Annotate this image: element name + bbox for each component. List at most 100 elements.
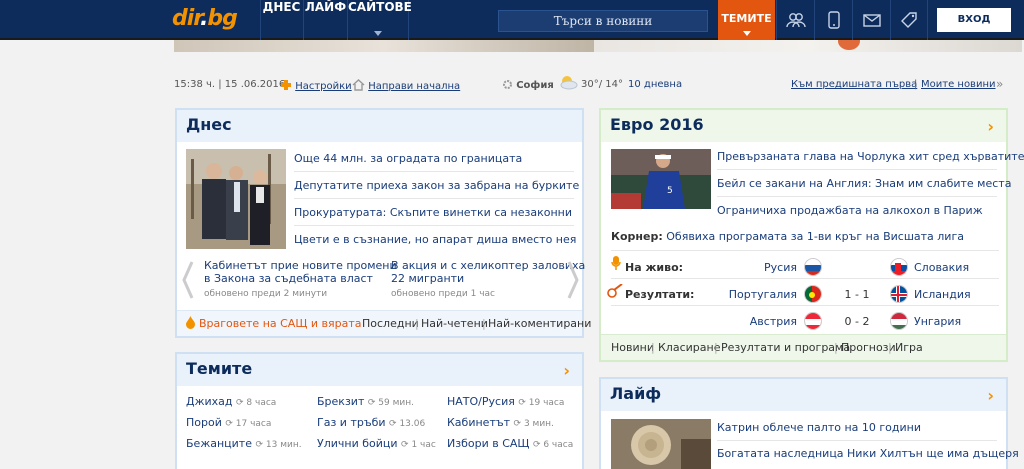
iceland-flag-icon bbox=[890, 285, 908, 303]
chevron-down-icon bbox=[742, 31, 751, 36]
euro-title[interactable]: Евро 2016 bbox=[601, 110, 1006, 142]
nav-item-saitove[interactable]: САЙТОВЕ bbox=[347, 0, 412, 40]
laif-title[interactable]: Лайф bbox=[601, 379, 1006, 411]
match-home-team[interactable]: Австрия bbox=[741, 315, 797, 328]
dnes-headline[interactable]: Прокуратурата: Скъпите винетки са незако… bbox=[294, 206, 572, 219]
tab-news[interactable]: Новини bbox=[611, 341, 654, 354]
laif-box: Лайф › Катрин облече палто на 10 години … bbox=[599, 377, 1019, 469]
tag-icon bbox=[901, 12, 917, 28]
carousel-item-title[interactable]: Кабинетът прие новите промени bbox=[204, 259, 397, 272]
topic-item[interactable]: Порой ⟳ 17 часа bbox=[186, 416, 271, 429]
hot-topic-link[interactable]: Враговете на САЩ и вярата bbox=[199, 317, 361, 330]
users-icon bbox=[785, 13, 806, 28]
carousel-prev-button[interactable] bbox=[182, 260, 194, 300]
euro-2016-box: Евро 2016 › 5 Превързаната глава на Чорл… bbox=[599, 108, 1024, 362]
match-away-team[interactable]: Словакия bbox=[914, 261, 969, 274]
topic-item[interactable]: Кабинетът ⟳ 3 мин. bbox=[447, 416, 554, 429]
tab-latest[interactable]: Последни bbox=[362, 317, 419, 330]
dnes-footer: Враговете на САЩ и вярата Последни | Най… bbox=[177, 310, 591, 336]
dnes-headline[interactable]: Още 44 млн. за оградата по границата bbox=[294, 152, 522, 165]
settings-link[interactable]: Настройки bbox=[280, 79, 352, 92]
dnes-headline[interactable]: Депутатите приеха закон за забрана на бу… bbox=[294, 179, 579, 192]
sun-cloud-icon bbox=[558, 74, 578, 93]
euro-headline[interactable]: Ограничиха продажбата на алкохол в Париж bbox=[717, 204, 983, 217]
prev-front-link[interactable]: Към предишната първа bbox=[791, 79, 917, 90]
tab-game[interactable]: Игра bbox=[895, 341, 923, 354]
tag-button[interactable] bbox=[890, 0, 928, 40]
forecast-link[interactable]: 10 дневна bbox=[628, 79, 682, 90]
laif-photo[interactable] bbox=[611, 419, 711, 469]
match-home-team[interactable]: Русия bbox=[741, 261, 797, 274]
dnes-headline[interactable]: Цвети е в съзнание, но апарат диша вмест… bbox=[294, 233, 576, 246]
dir-bg-logo[interactable]: dir.bg bbox=[172, 6, 252, 34]
match-home-team[interactable]: Португалия bbox=[727, 288, 797, 301]
results-icon bbox=[607, 283, 623, 301]
tab-most-commented[interactable]: Най-коментирани bbox=[488, 317, 591, 330]
users-button[interactable] bbox=[776, 0, 814, 40]
topic-item[interactable]: Избори в САЩ ⟳ 6 часа bbox=[447, 437, 573, 450]
nav-item-dnes[interactable]: ДНЕС bbox=[260, 0, 302, 40]
chevron-right-icon[interactable]: › bbox=[563, 361, 570, 380]
topic-item[interactable]: Улични бойци ⟳ 1 час bbox=[317, 437, 436, 450]
datetime: 15:38 ч. | 15 .06.2016 bbox=[174, 79, 286, 90]
info-bar: 15:38 ч. | 15 .06.2016 Настройки Направи… bbox=[174, 74, 1010, 93]
my-news-link[interactable]: Моите новини bbox=[921, 79, 996, 90]
topic-item[interactable]: Джихад ⟳ 8 часа bbox=[186, 395, 276, 408]
euro-headline[interactable]: Превързаната глава на Чорлука хит сред х… bbox=[717, 150, 1024, 163]
carousel-item-title[interactable]: В акция и с хеликоптер заловиха bbox=[391, 259, 585, 272]
mail-button[interactable] bbox=[852, 0, 890, 40]
home-icon bbox=[352, 79, 365, 91]
chevron-right-icon[interactable]: › bbox=[987, 117, 994, 136]
microphone-icon bbox=[611, 256, 621, 273]
topic-item[interactable]: Газ и тръби ⟳ 13.06 bbox=[317, 416, 425, 429]
carousel-item-title[interactable]: 22 мигранти bbox=[391, 272, 464, 285]
mobile-button[interactable] bbox=[814, 0, 852, 40]
topic-item[interactable]: Брекзит ⟳ 59 мин. bbox=[317, 395, 414, 408]
updated-time: обновено преди 1 час bbox=[391, 289, 495, 299]
topic-item[interactable]: НАТО/Русия ⟳ 19 часа bbox=[447, 395, 564, 408]
euro-headline[interactable]: Бейл се закани на Англия: Знам им слабит… bbox=[717, 177, 1011, 190]
tab-standings[interactable]: Класиране bbox=[658, 341, 720, 354]
laif-headline[interactable]: Катрин облече палто на 10 години bbox=[717, 421, 921, 434]
tab-separator: | bbox=[888, 341, 892, 354]
laif-headline[interactable]: Богатата наследница Ники Хилтън ще има д… bbox=[717, 447, 1019, 460]
ad-banner[interactable] bbox=[174, 40, 1022, 52]
results-label: Резултати: bbox=[625, 288, 695, 301]
homepage-link[interactable]: Направи начална bbox=[352, 79, 460, 92]
hungary-flag-icon bbox=[890, 312, 908, 330]
chevron-left-icon bbox=[182, 261, 194, 299]
search-input[interactable]: Търси в новини bbox=[498, 10, 708, 32]
tab-separator: | bbox=[714, 341, 718, 354]
dnes-title[interactable]: Днес bbox=[177, 110, 582, 142]
chevron-right-icon[interactable]: › bbox=[987, 386, 994, 405]
login-button[interactable]: ВХОД bbox=[937, 8, 1011, 32]
euro-footer-tabs: Новини | Класиране | Резултати и програм… bbox=[601, 334, 1006, 360]
carousel-next-button[interactable] bbox=[567, 260, 579, 300]
puzzle-icon bbox=[281, 80, 291, 90]
gear-icon bbox=[503, 80, 512, 89]
mail-icon bbox=[862, 13, 881, 27]
match-away-team[interactable]: Унгария bbox=[914, 315, 961, 328]
temite-menu-button[interactable]: ТЕМИТЕ bbox=[718, 0, 775, 40]
temite-title[interactable]: Темите bbox=[177, 354, 582, 386]
korner-row[interactable]: Корнер: Обявиха програмата за 1-ви кръг … bbox=[611, 230, 964, 243]
weather-city[interactable]: София bbox=[502, 79, 554, 91]
separator: | bbox=[914, 79, 918, 90]
nav-item-laif[interactable]: ЛАЙФ bbox=[303, 0, 347, 40]
topic-item[interactable]: Бежанците ⟳ 13 мин. bbox=[186, 437, 302, 450]
slovakia-flag-icon bbox=[890, 258, 908, 276]
temite-box: Темите › Джихад ⟳ 8 часа Брекзит ⟳ 59 ми… bbox=[175, 352, 584, 469]
live-label: На живо: bbox=[625, 261, 684, 274]
carousel-item-title[interactable]: в Закона за съдебната власт bbox=[204, 272, 373, 285]
tab-results-schedule[interactable]: Резултати и програма bbox=[721, 341, 850, 354]
chevron-down-icon bbox=[374, 31, 382, 36]
match-score[interactable]: 0 - 2 bbox=[833, 315, 881, 328]
match-away-team[interactable]: Исландия bbox=[914, 288, 971, 301]
svg-text:5: 5 bbox=[667, 186, 673, 196]
dnes-photo[interactable] bbox=[186, 149, 286, 249]
chevron-right-icon bbox=[567, 261, 579, 299]
euro-photo[interactable]: 5 bbox=[611, 149, 711, 209]
austria-flag-icon bbox=[804, 312, 822, 330]
match-score[interactable]: 1 - 1 bbox=[833, 288, 881, 301]
tab-most-read[interactable]: Най-четени bbox=[421, 317, 488, 330]
